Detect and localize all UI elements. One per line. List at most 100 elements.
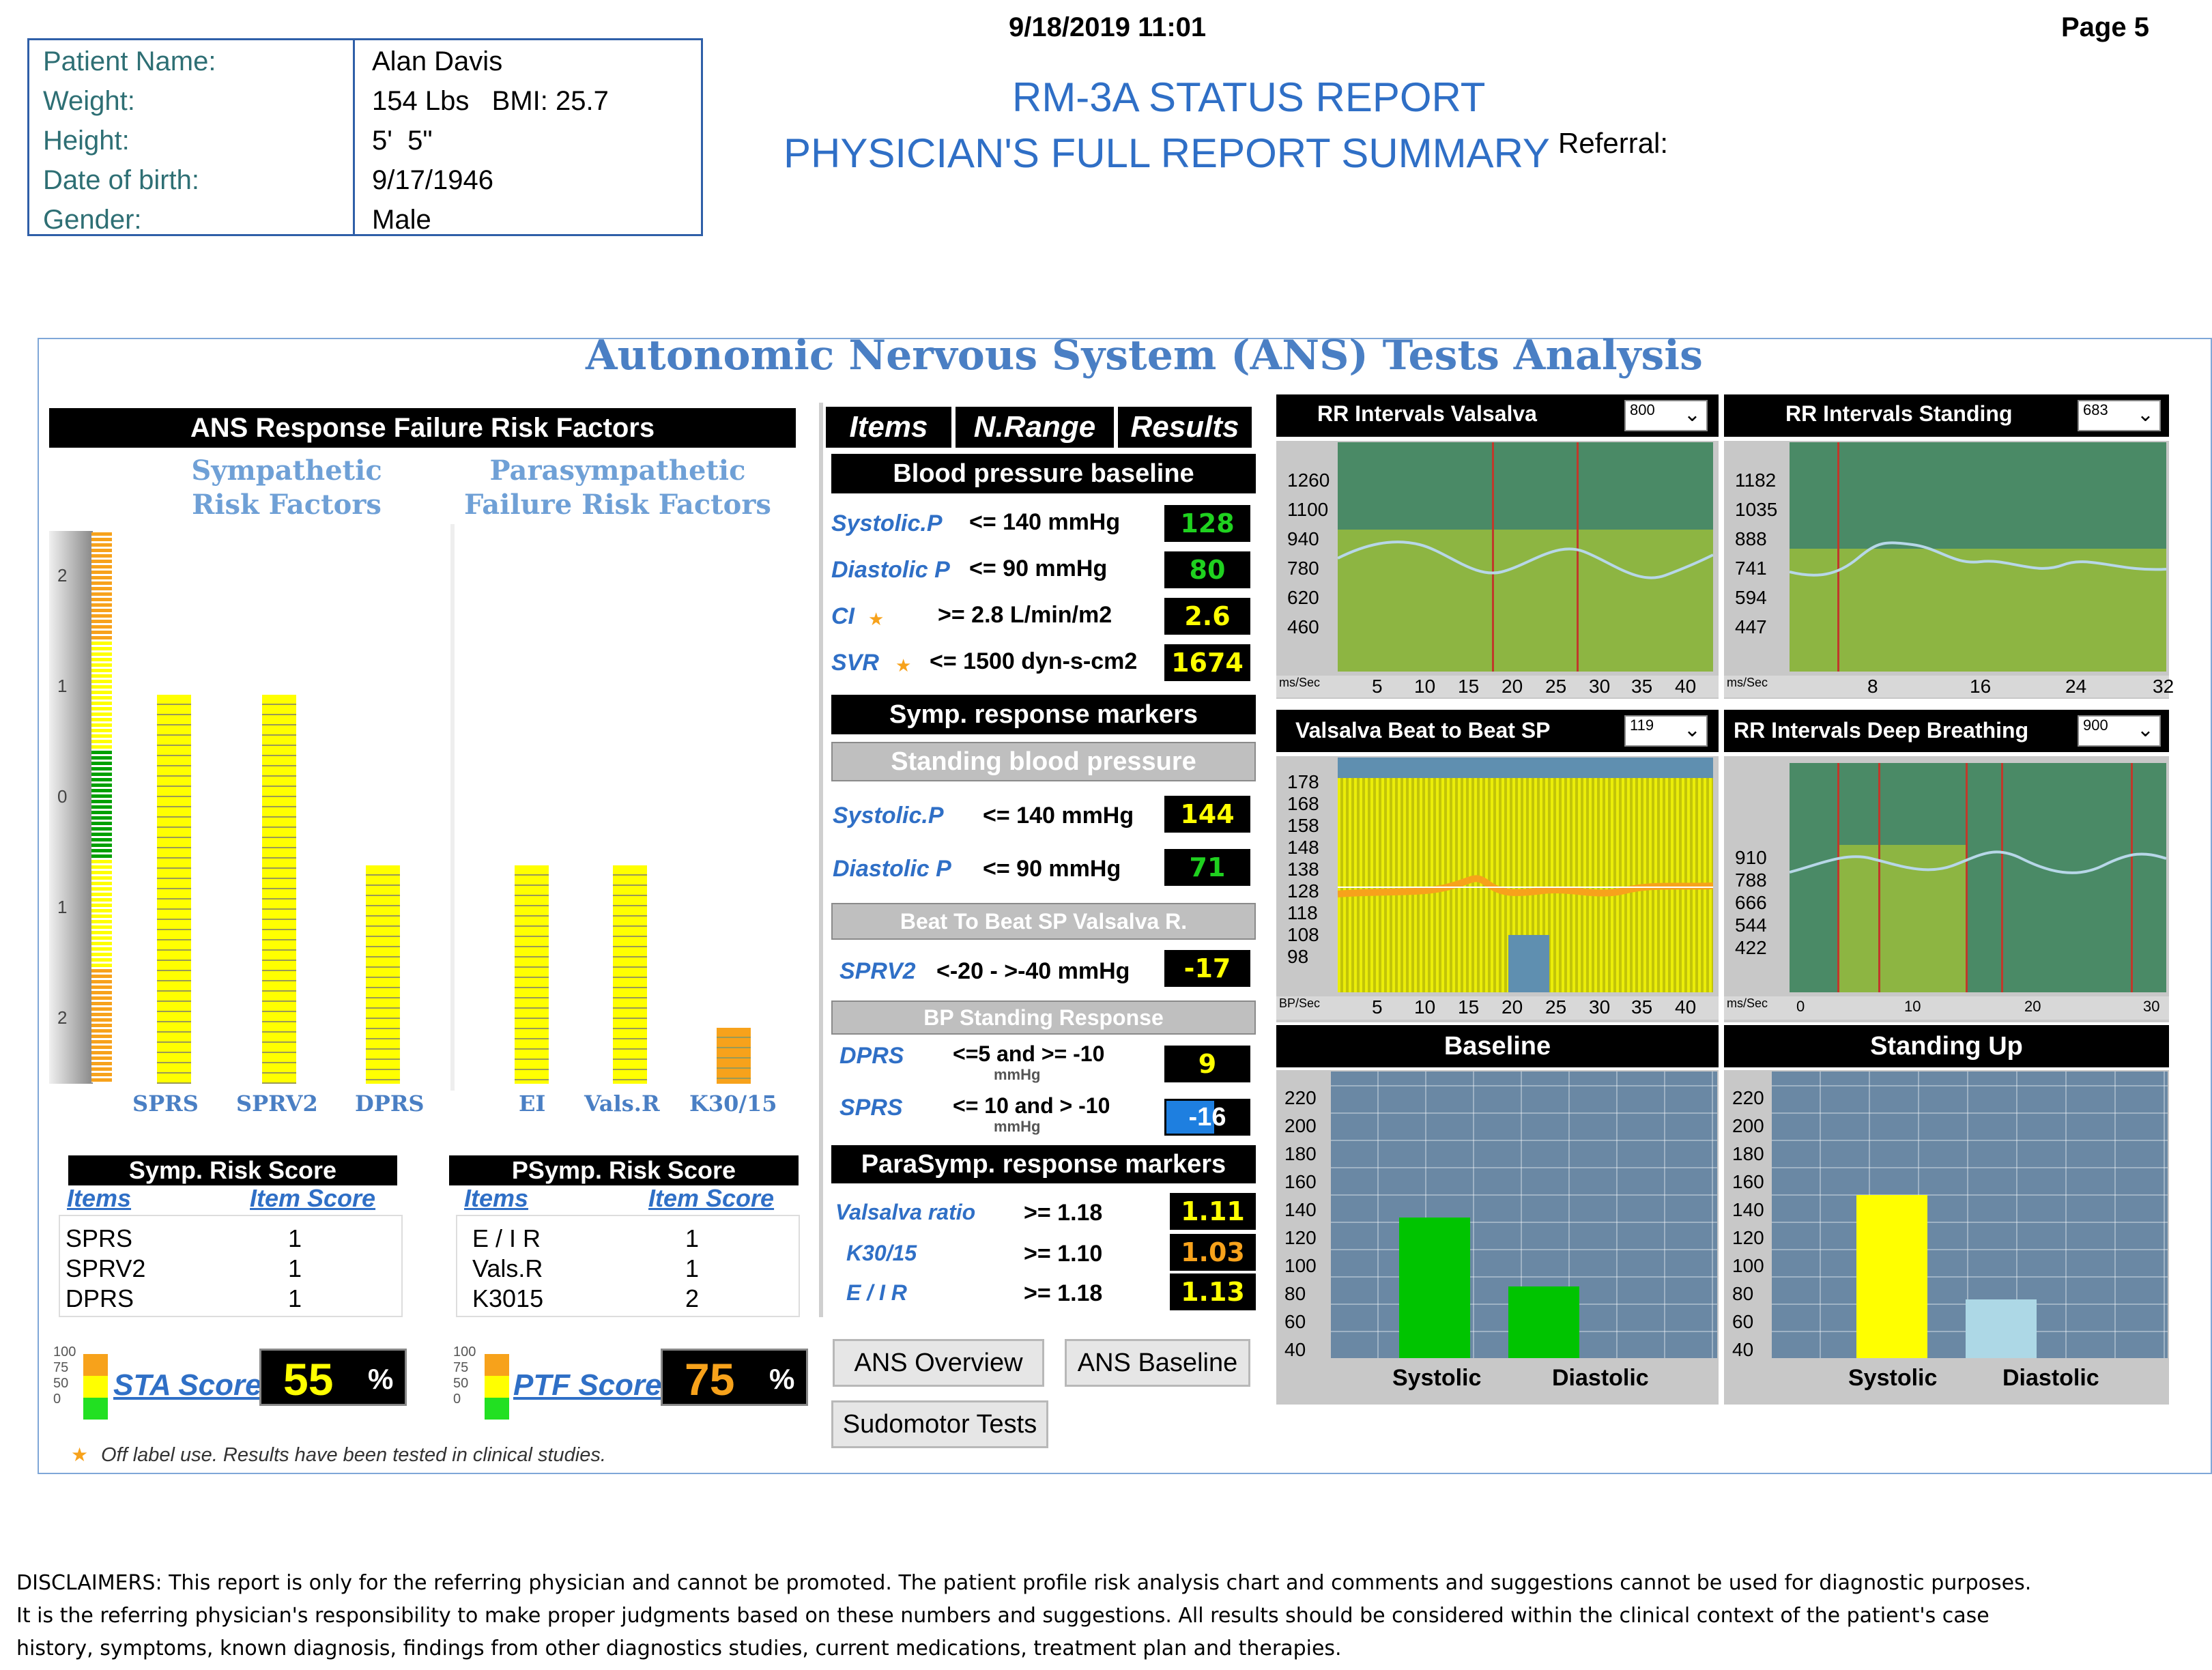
star-icon: ★ [895, 655, 912, 676]
risk-bar-label: SPRS [132, 1091, 199, 1117]
scale-label: 0 [57, 786, 68, 807]
baseline-range: >= 2.8 L/min/m2 [938, 602, 1112, 628]
patient-row-height: Height: 5' 5" [29, 121, 701, 160]
baseline-range: <= 140 mmHg [969, 509, 1121, 535]
sudomotor-tests-button[interactable]: Sudomotor Tests [831, 1400, 1048, 1448]
dprs-unit: mmHg [994, 1066, 1041, 1083]
baseline-item: SVR [831, 650, 879, 676]
rr-valsalva-dropdown[interactable]: 800 ⌄ [1624, 400, 1708, 431]
risk-bar-label: Vals.R [584, 1091, 660, 1117]
valsalva-b2b-yaxis: 178 168 158 148 138 128 118 108 98 [1287, 771, 1319, 967]
standing-range: <= 90 mmHg [983, 856, 1121, 882]
symp-row-score: 1 [288, 1254, 302, 1282]
standing-item: Diastolic P [833, 856, 951, 882]
psymp-row-item: E / I R [472, 1224, 541, 1252]
symp-row-item: DPRS [66, 1284, 134, 1312]
bp-bar-systolic [1399, 1218, 1470, 1358]
rr-standing-xaxis: ms/Sec 8 16 24 32 [1724, 676, 2174, 697]
parasymp-markers-header: ParaSymp. response markers [831, 1145, 1256, 1183]
chevron-down-icon: ⌄ [2136, 719, 2154, 741]
table-left-rule [819, 403, 823, 1317]
page-number: Page 5 [2061, 12, 2149, 42]
risk-scale [49, 531, 93, 1084]
parasympathetic-header: Parasympathetic Failure Risk Factors [464, 455, 771, 521]
bp-bar-diastolic [1966, 1299, 2037, 1358]
standing-range: <= 140 mmHg [983, 803, 1134, 829]
bp-bar-diastolic [1508, 1286, 1579, 1358]
rr-standing-title: RR Intervals Standing [1785, 401, 2013, 426]
standing-result: 144 [1164, 796, 1250, 833]
rr-valsalva-title: RR Intervals Valsalva [1317, 401, 1537, 426]
disclaimer-line: It is the referring physician's responsi… [16, 1604, 1990, 1628]
para-range: >= 1.18 [1024, 1200, 1103, 1226]
sta-percent: % [368, 1363, 394, 1395]
bp-baseline-header: Blood pressure baseline [831, 454, 1256, 493]
psymp-col-items[interactable]: Items [464, 1184, 528, 1213]
referral-label: Referral: [1558, 127, 1669, 159]
ptf-gauge-ticks: 100 75 50 0 [453, 1344, 476, 1407]
risk-factors-heading: ANS Response Failure Risk Factors [49, 408, 796, 448]
valsalva-b2b-chart: 178 168 158 148 138 128 118 108 98 BP/Sec 5 10 15 2… [1276, 756, 1719, 1022]
risk-bar-k30-15 [717, 1028, 751, 1084]
rr-standing-header: RR Intervals Standing 683 ⌄ [1724, 394, 2169, 437]
risk-scale-colorbar [91, 532, 112, 1082]
sta-score-link[interactable]: STA Score [113, 1368, 262, 1402]
rr-standing-plot [1790, 442, 2166, 672]
ans-overview-button[interactable]: ANS Overview [833, 1339, 1044, 1387]
standing-plot [1772, 1071, 2168, 1358]
patient-row-weight: Weight: 154 Lbs BMI: 25.7 [29, 81, 701, 121]
disclaimer-line: history, symptoms, known diagnosis, find… [16, 1637, 1342, 1660]
rr-valsalva-yaxis: 1260 1100 940 780 620 460 [1287, 470, 1330, 637]
baseline-item: Systolic.P [831, 510, 943, 536]
risk-bar-label: DPRS [355, 1091, 425, 1117]
rr-deep-dropdown[interactable]: 900 ⌄ [2078, 715, 2161, 747]
symp-row-score: 1 [288, 1224, 302, 1252]
rr-deep-title: RR Intervals Deep Breathing [1734, 718, 2029, 743]
para-range: >= 1.18 [1024, 1280, 1103, 1306]
bp-bar-systolic [1856, 1194, 1927, 1358]
sta-score-box: 55 % [259, 1349, 407, 1406]
standing-xlabel: Diastolic [2002, 1365, 2099, 1391]
footnote: Off label use. Results have been tested … [101, 1444, 606, 1466]
rr-deep-plot [1790, 763, 2166, 992]
sprv2-item: SPRV2 [839, 958, 916, 984]
risk-bar-sprs [157, 695, 191, 1084]
patient-value: Male [372, 205, 431, 235]
baseline-range: <= 90 mmHg [969, 556, 1108, 581]
symp-row-item: SPRS [66, 1224, 133, 1252]
risk-bar-label: K30/15 [689, 1091, 777, 1117]
baseline-xlabel: Diastolic [1552, 1365, 1649, 1391]
sprs-range: <= 10 and > -10 [953, 1093, 1110, 1118]
ptf-score-link[interactable]: PTF Score [513, 1368, 662, 1402]
ptf-score-box: 75 % [661, 1349, 808, 1406]
valsalva-b2b-header: Valsalva Beat to Beat SP 119 ⌄ [1276, 710, 1719, 752]
symp-markers-header: Symp. response markers [831, 695, 1256, 734]
valsalva-b2b-plot [1338, 758, 1713, 992]
report-subtitle: PHYSICIAN'S FULL REPORT SUMMARY [784, 130, 1550, 176]
para-item: K30/15 [846, 1241, 917, 1265]
risk-bar-ei [515, 865, 549, 1084]
baseline-chart: 220 200 180 160 140 120 100 80 60 40 Systolic Dia… [1276, 1070, 1719, 1405]
symp-col-itemscore[interactable]: Item Score [250, 1184, 375, 1213]
psymp-col-itemscore[interactable]: Item Score [648, 1184, 774, 1213]
rr-standing-dropdown[interactable]: 683 ⌄ [2078, 400, 2161, 431]
sprs-unit: mmHg [994, 1118, 1041, 1135]
chevron-down-icon: ⌄ [1683, 719, 1701, 741]
patient-value: 5' 5" [372, 126, 433, 156]
ans-baseline-button[interactable]: ANS Baseline [1065, 1339, 1250, 1387]
symp-risk-score-title: Symp. Risk Score [68, 1155, 397, 1185]
sta-score-value: 55 [283, 1354, 334, 1405]
rr-deep-chart: 910 788 666 544 422 ms/Sec 0 10 20 30 [1724, 756, 2169, 1022]
para-item: Valsalva ratio [835, 1200, 976, 1224]
valsalva-b2b-dropdown[interactable]: 119 ⌄ [1624, 715, 1708, 747]
sta-gauge-icon [83, 1354, 108, 1420]
baseline-item: CI [831, 603, 854, 629]
sympathetic-header: Sympathetic Risk Factors [191, 455, 382, 521]
patient-row-dob: Date of birth: 9/17/1946 [29, 160, 701, 200]
symp-col-items[interactable]: Items [67, 1184, 131, 1213]
sprv2-result: -17 [1164, 950, 1250, 987]
rr-deep-xaxis: ms/Sec 0 10 20 30 [1724, 996, 2169, 1020]
psymp-row-item: Vals.R [472, 1254, 543, 1282]
risk-divider [450, 524, 455, 1091]
rr-valsalva-xaxis: ms/Sec 5 10 15 20 25 30 35 40 [1276, 676, 1719, 697]
